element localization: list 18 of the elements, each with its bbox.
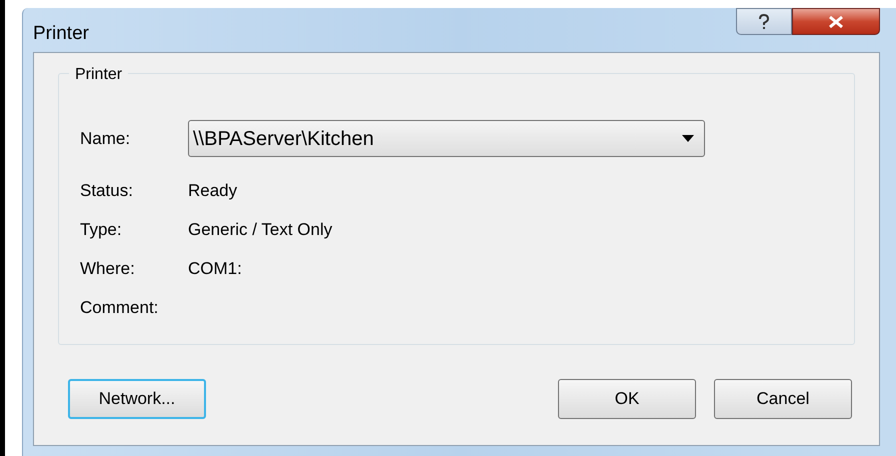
field-value: Generic / Text Only [188, 218, 332, 241]
field-label: Type: [80, 218, 123, 241]
field-value: COM1: [188, 258, 242, 280]
printer-dropdown[interactable]: \\BPAServer\Kitchen [188, 120, 705, 157]
ok-button[interactable]: OK [558, 379, 696, 419]
dropdown-arrow-icon [682, 135, 694, 142]
field-label: Comment: [80, 296, 160, 319]
help-button[interactable] [736, 8, 792, 35]
field-label: Where: [80, 258, 136, 280]
close-button[interactable] [792, 8, 880, 35]
network-button[interactable]: Network... [68, 379, 206, 419]
question-mark-icon [758, 14, 770, 30]
cancel-button[interactable]: Cancel [714, 379, 852, 419]
field-label: Name: [80, 128, 132, 150]
window-title: Printer [33, 22, 89, 46]
close-icon [828, 14, 844, 28]
field-value: Ready [188, 180, 238, 202]
field-label: Status: [80, 180, 134, 202]
